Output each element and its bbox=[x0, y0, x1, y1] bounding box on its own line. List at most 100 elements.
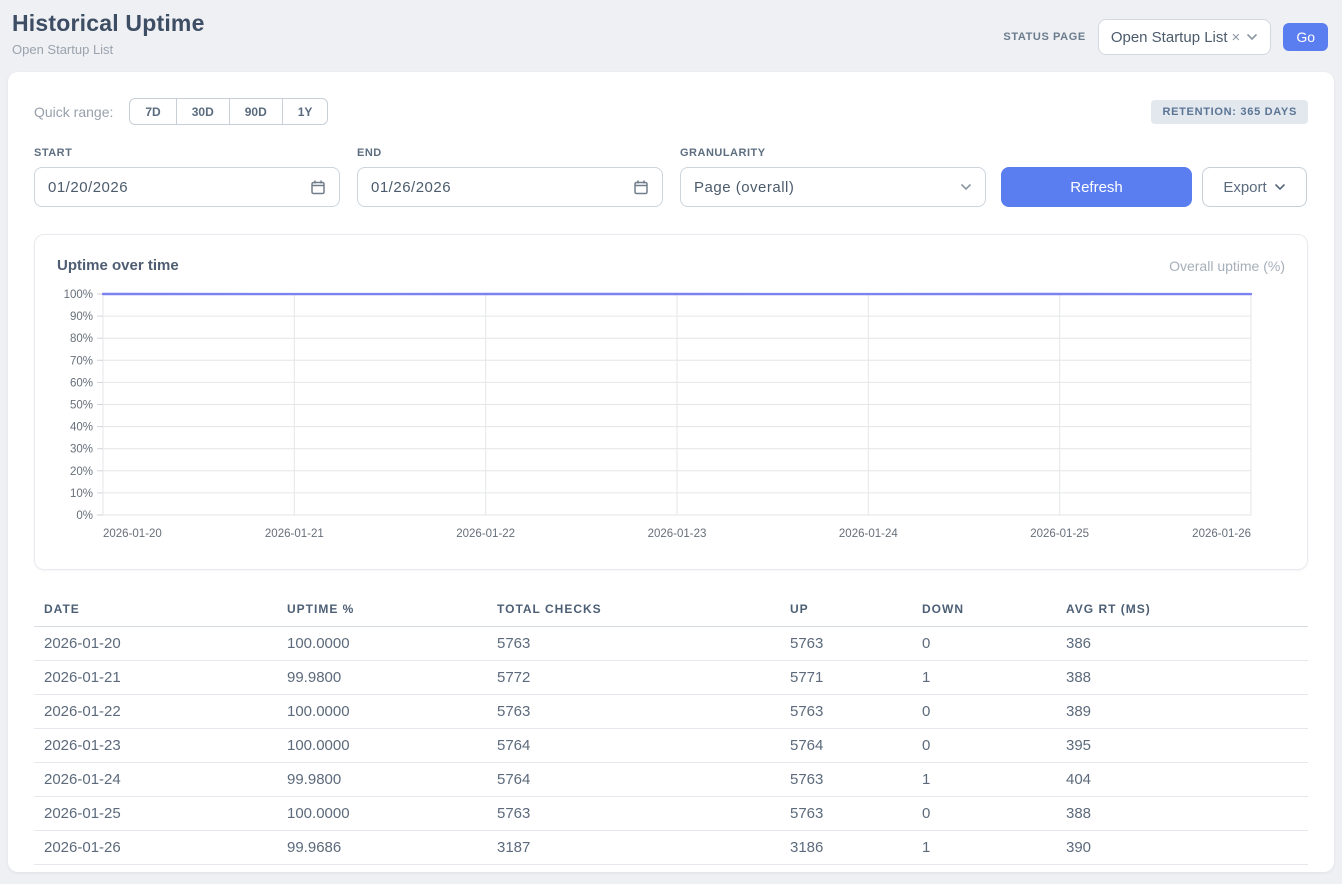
table-cell: 2026-01-24 bbox=[34, 763, 277, 797]
quick-range-30d-button[interactable]: 30D bbox=[176, 98, 230, 125]
quick-range-7d-button[interactable]: 7D bbox=[129, 98, 176, 125]
table-cell: 5763 bbox=[780, 695, 912, 729]
svg-text:2026-01-22: 2026-01-22 bbox=[456, 528, 515, 540]
table-cell: 5772 bbox=[487, 661, 780, 695]
table-cell: 386 bbox=[1056, 627, 1308, 661]
table-cell: 99.9800 bbox=[277, 763, 487, 797]
table-cell: 2026-01-23 bbox=[34, 729, 277, 763]
svg-text:80%: 80% bbox=[70, 333, 93, 345]
main-panel: Quick range: 7D30D90D1Y RETENTION: 365 D… bbox=[8, 72, 1334, 872]
table-cell: 5763 bbox=[487, 695, 780, 729]
end-date-field-group: END 01/26/2026 bbox=[357, 147, 663, 207]
uptime-chart-card: Uptime over time Overall uptime (%) 0% 10… bbox=[34, 234, 1308, 570]
svg-text:30%: 30% bbox=[70, 444, 93, 456]
table-cell: 100.0000 bbox=[277, 797, 487, 831]
quick-range-90d-button[interactable]: 90D bbox=[229, 98, 283, 125]
table-cell: 5763 bbox=[487, 627, 780, 661]
table-cell: 2026-01-22 bbox=[34, 695, 277, 729]
table-body: 2026-01-20100.00005763576303862026-01-21… bbox=[34, 627, 1308, 865]
title-block: Historical Uptime Open Startup List bbox=[12, 10, 205, 57]
chart-title: Uptime over time bbox=[57, 257, 179, 274]
svg-text:2026-01-25: 2026-01-25 bbox=[1030, 528, 1089, 540]
status-page-selected-value: Open Startup List bbox=[1111, 29, 1228, 46]
table-row: 2026-01-2699.9686318731861390 bbox=[34, 831, 1308, 865]
table-row: 2026-01-20100.0000576357630386 bbox=[34, 627, 1308, 661]
table-cell: 0 bbox=[912, 627, 1056, 661]
page-header: Historical Uptime Open Startup List STAT… bbox=[0, 0, 1342, 72]
svg-text:2026-01-23: 2026-01-23 bbox=[648, 528, 707, 540]
column-header: DOWN bbox=[912, 594, 1056, 627]
end-date-input[interactable]: 01/26/2026 bbox=[357, 167, 663, 207]
start-label: START bbox=[34, 147, 340, 159]
clear-selection-icon[interactable]: × bbox=[1232, 29, 1241, 46]
table-cell: 388 bbox=[1056, 661, 1308, 695]
column-header: UP bbox=[780, 594, 912, 627]
svg-text:70%: 70% bbox=[70, 355, 93, 367]
table-cell: 2026-01-21 bbox=[34, 661, 277, 695]
table-cell: 5764 bbox=[487, 729, 780, 763]
table-cell: 395 bbox=[1056, 729, 1308, 763]
chevron-down-icon bbox=[960, 183, 972, 191]
column-header: DATE bbox=[34, 594, 277, 627]
quick-range-group: 7D30D90D1Y bbox=[129, 98, 328, 125]
go-button[interactable]: Go bbox=[1283, 23, 1328, 51]
svg-text:40%: 40% bbox=[70, 422, 93, 434]
table-cell: 2026-01-25 bbox=[34, 797, 277, 831]
column-header: TOTAL CHECKS bbox=[487, 594, 780, 627]
granularity-field-group: GRANULARITY Page (overall) bbox=[680, 147, 986, 207]
quick-range-1y-button[interactable]: 1Y bbox=[282, 98, 329, 125]
table-cell: 389 bbox=[1056, 695, 1308, 729]
table-row: 2026-01-25100.0000576357630388 bbox=[34, 797, 1308, 831]
table-cell: 100.0000 bbox=[277, 695, 487, 729]
table-cell: 3187 bbox=[487, 831, 780, 865]
svg-text:20%: 20% bbox=[70, 466, 93, 478]
granularity-select[interactable]: Page (overall) bbox=[680, 167, 986, 207]
header-controls: STATUS PAGE Open Startup List × Go bbox=[1003, 19, 1328, 55]
table-cell: 99.9800 bbox=[277, 661, 487, 695]
status-page-label: STATUS PAGE bbox=[1003, 31, 1085, 43]
calendar-icon[interactable] bbox=[310, 179, 326, 195]
table-cell: 5763 bbox=[487, 797, 780, 831]
svg-text:90%: 90% bbox=[70, 311, 93, 323]
granularity-label: GRANULARITY bbox=[680, 147, 986, 159]
column-header: AVG RT (MS) bbox=[1056, 594, 1308, 627]
svg-text:50%: 50% bbox=[70, 400, 93, 412]
status-page-select[interactable]: Open Startup List × bbox=[1098, 19, 1272, 55]
table-cell: 1 bbox=[912, 831, 1056, 865]
refresh-button[interactable]: Refresh bbox=[1001, 167, 1192, 207]
table-cell: 1 bbox=[912, 661, 1056, 695]
chevron-down-icon bbox=[1274, 183, 1286, 191]
table-cell: 100.0000 bbox=[277, 729, 487, 763]
svg-text:2026-01-20: 2026-01-20 bbox=[103, 528, 162, 540]
table-cell: 5764 bbox=[780, 729, 912, 763]
retention-badge: RETENTION: 365 DAYS bbox=[1151, 100, 1308, 124]
page-title: Historical Uptime bbox=[12, 10, 205, 37]
end-label: END bbox=[357, 147, 663, 159]
table-cell: 404 bbox=[1056, 763, 1308, 797]
table-row: 2026-01-23100.0000576457640395 bbox=[34, 729, 1308, 763]
start-date-input[interactable]: 01/20/2026 bbox=[34, 167, 340, 207]
calendar-icon[interactable] bbox=[633, 179, 649, 195]
table-cell: 100.0000 bbox=[277, 627, 487, 661]
uptime-line-chart: 0% 10% 20% 30% 40% 50% 60% 70% 80% 90% 100% 2026-01… bbox=[57, 284, 1285, 551]
granularity-selected-value: Page (overall) bbox=[694, 179, 794, 196]
start-date-field-group: START 01/20/2026 bbox=[34, 147, 340, 207]
export-button[interactable]: Export bbox=[1202, 167, 1307, 207]
table-cell: 0 bbox=[912, 695, 1056, 729]
svg-text:100%: 100% bbox=[64, 289, 93, 301]
table-cell: 0 bbox=[912, 797, 1056, 831]
quick-range-row: Quick range: 7D30D90D1Y RETENTION: 365 D… bbox=[34, 98, 1308, 125]
svg-text:10%: 10% bbox=[70, 488, 93, 500]
svg-text:0%: 0% bbox=[76, 510, 93, 522]
table-cell: 5764 bbox=[487, 763, 780, 797]
export-label: Export bbox=[1223, 179, 1266, 196]
table-cell: 0 bbox=[912, 729, 1056, 763]
start-date-value: 01/20/2026 bbox=[48, 179, 128, 196]
table-cell: 3186 bbox=[780, 831, 912, 865]
table-cell: 5771 bbox=[780, 661, 912, 695]
table-cell: 99.9686 bbox=[277, 831, 487, 865]
chart-legend: Overall uptime (%) bbox=[1169, 258, 1285, 274]
table-cell: 5763 bbox=[780, 627, 912, 661]
uptime-table: DATEUPTIME %TOTAL CHECKSUPDOWNAVG RT (MS… bbox=[34, 594, 1308, 865]
svg-text:60%: 60% bbox=[70, 377, 93, 389]
